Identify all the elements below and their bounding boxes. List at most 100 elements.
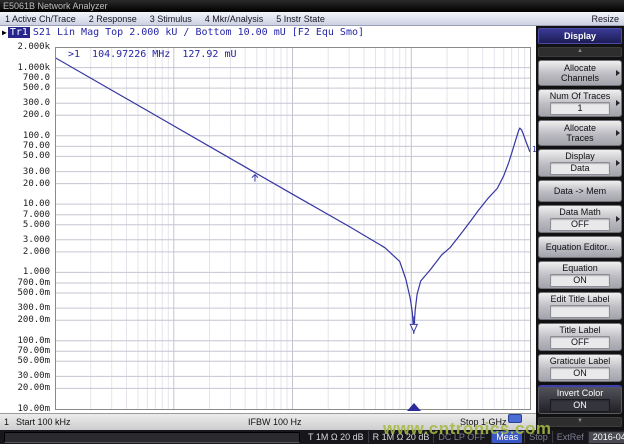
submenu-arrow-icon: [616, 160, 620, 166]
y-axis-label: 7.000: [0, 210, 50, 220]
softkey-menu: Display ▲ Allocate Channels Num Of Traces1 A…: [536, 26, 624, 430]
allocate-traces-button[interactable]: Allocate Traces: [538, 120, 622, 146]
trace-active-indicator-icon: ▶: [2, 28, 7, 37]
y-axis-label: 500.0: [0, 83, 50, 93]
display-menu-header: Display: [538, 28, 622, 44]
softkey-value: Data: [550, 162, 610, 175]
ifbw-value[interactable]: IFBW 100 Hz: [248, 414, 302, 430]
sweep-stop-value[interactable]: Stop 1 GHz: [460, 414, 507, 430]
softkey-value: ON: [550, 274, 610, 287]
y-axis-label: 300.0: [0, 98, 50, 108]
y-axis-label: 50.00: [0, 151, 50, 161]
y-axis-label: 700.0m: [0, 278, 50, 288]
ext-ref-status: ExtRef: [552, 431, 588, 443]
menu-bar: 1 Active Ch/Trace 2 Response 3 Stimulus …: [0, 12, 624, 26]
marker-readout-frequency: 104.97226 MHz: [92, 49, 170, 60]
num-of-traces-button[interactable]: Num Of Traces1: [538, 89, 622, 117]
trace-status-text: S21 Lin Mag Top 2.000 kU / Bottom 10.00 …: [33, 27, 364, 38]
display-data-button[interactable]: DisplayData: [538, 149, 622, 177]
softkey-label: Num Of Traces: [541, 91, 619, 101]
softkey-label: Invert Color: [541, 388, 619, 398]
y-axis-label: 10.00: [0, 199, 50, 209]
invert-color-button[interactable]: Invert ColorON: [538, 385, 622, 414]
submenu-arrow-icon: [616, 216, 620, 222]
svg-text:1: 1: [411, 315, 416, 324]
sweep-start-value[interactable]: Start 100 kHz: [16, 414, 71, 430]
softkey-label: Data -> Mem: [541, 186, 619, 196]
y-axis-label: 50.00m: [0, 356, 50, 366]
y-axis-label: 20.00: [0, 179, 50, 189]
meas-status-badge: Meas: [491, 431, 522, 443]
window-title: E5061B Network Analyzer: [3, 1, 108, 11]
softkey-value: OFF: [550, 336, 610, 349]
menu-active-ch-trace[interactable]: 1 Active Ch/Trace: [5, 14, 76, 24]
y-axis-label: 1.000k: [0, 63, 50, 73]
y-axis-label: 2.000: [0, 247, 50, 257]
edit-title-label-button[interactable]: Edit Title Label: [538, 292, 622, 320]
y-axis-label: 5.000: [0, 220, 50, 230]
menu-resize[interactable]: Resize: [591, 14, 619, 24]
allocate-channels-button[interactable]: Allocate Channels: [538, 60, 622, 86]
softkey-value: ON: [550, 399, 610, 412]
status-message-area: [4, 432, 300, 443]
softkey-scroll-down[interactable]: ▼: [538, 417, 622, 427]
plot-panel: ▶Tr1S21 Lin Mag Top 2.000 kU / Bottom 10…: [0, 26, 536, 430]
trace-status-line[interactable]: ▶Tr1S21 Lin Mag Top 2.000 kU / Bottom 10…: [2, 27, 364, 38]
status-bar: T 1M Ω 20 dB R 1M Ω 20 dB DC LP OFF Meas…: [0, 430, 624, 444]
port-t-status: T 1M Ω 20 dB: [304, 431, 368, 443]
submenu-arrow-icon: [616, 100, 620, 106]
y-axis-label: 700.0: [0, 73, 50, 83]
channel-number: 1: [4, 414, 9, 430]
y-axis-label: 70.00m: [0, 346, 50, 356]
submenu-arrow-icon: [616, 70, 620, 76]
softkey-value: [550, 305, 610, 318]
submenu-arrow-icon: [616, 130, 620, 136]
stimulus-axis-bar: 1 Start 100 kHz IFBW 100 Hz Stop 1 GHz: [0, 413, 536, 430]
softkey-label: Graticule Label: [541, 356, 619, 366]
equation-button[interactable]: EquationON: [538, 261, 622, 289]
softkey-label: Allocate Traces: [541, 123, 619, 143]
equation-editor-button[interactable]: Equation Editor...: [538, 236, 622, 258]
y-axis-label: 300.0m: [0, 303, 50, 313]
y-axis-label: 100.0: [0, 131, 50, 141]
y-axis-label: 3.000: [0, 235, 50, 245]
data-to-mem-button[interactable]: Data -> Mem: [538, 180, 622, 202]
softkey-label: Title Label: [541, 325, 619, 335]
softkey-label: Data Math: [541, 207, 619, 217]
softkey-value: OFF: [550, 218, 610, 231]
menu-stimulus[interactable]: 3 Stimulus: [150, 14, 192, 24]
marker-stimulus-indicator-icon[interactable]: [407, 403, 421, 411]
softkey-label: Edit Title Label: [541, 294, 619, 304]
y-axis-label: 2.000k: [0, 42, 50, 52]
y-axis-label: 500.0m: [0, 288, 50, 298]
graticule-label-button[interactable]: Graticule LabelON: [538, 354, 622, 382]
softkey-label: Allocate Channels: [541, 63, 619, 83]
marker-readout-value: 127.92 mU: [182, 49, 236, 60]
y-axis-label: 30.00m: [0, 371, 50, 381]
marker-readout-label: >1: [68, 49, 80, 60]
softkey-value: 1: [550, 102, 610, 115]
y-axis-label: 100.0m: [0, 336, 50, 346]
softkey-label: Equation: [541, 263, 619, 273]
softkey-value: ON: [550, 367, 610, 380]
sweep-indicator-icon: [508, 414, 522, 423]
sweep-status: Stop: [524, 431, 552, 443]
title-label-button[interactable]: Title LabelOFF: [538, 323, 622, 351]
window-title-bar[interactable]: E5061B Network Analyzer: [0, 0, 624, 12]
menu-mkr-analysis[interactable]: 4 Mkr/Analysis: [205, 14, 264, 24]
data-math-button[interactable]: Data MathOFF: [538, 205, 622, 233]
y-axis-label: 1.000: [0, 267, 50, 277]
softkey-label: Display: [541, 151, 619, 161]
softkey-scroll-up[interactable]: ▲: [538, 47, 622, 57]
y-axis-label: 30.00: [0, 167, 50, 177]
softkey-label: Equation Editor...: [541, 242, 619, 252]
y-axis-label: 200.0m: [0, 315, 50, 325]
graticule-plot: 1: [55, 47, 531, 410]
menu-instr-state[interactable]: 5 Instr State: [276, 14, 325, 24]
y-axis-label: 70.00: [0, 141, 50, 151]
y-axis-label: 200.0: [0, 110, 50, 120]
dc-bias-status: DC LP OFF: [433, 431, 489, 443]
marker-readout: >1 104.97226 MHz 127.92 mU: [68, 49, 249, 60]
menu-response[interactable]: 2 Response: [89, 14, 137, 24]
port-r-status: R 1M Ω 20 dB: [368, 431, 434, 443]
